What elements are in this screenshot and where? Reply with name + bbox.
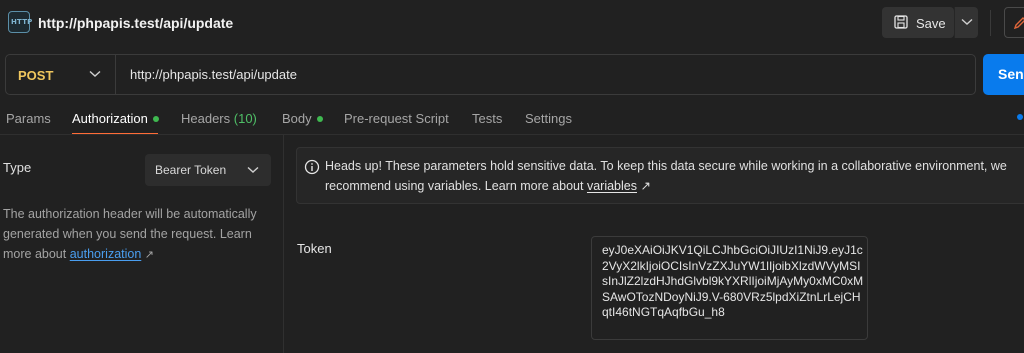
auth-description: The authorization header will be automat… [3,204,273,265]
pane-divider [283,135,284,353]
auth-type-label: Type [3,160,32,175]
url-bar: POST http://phpapis.test/api/update [5,54,976,95]
tab-settings-label: Settings [525,111,572,126]
method-label: POST [18,68,54,83]
edit-button[interactable] [1004,7,1024,38]
token-label: Token [297,241,332,256]
send-label: Send [998,66,1024,82]
tab-tests[interactable]: Tests [472,111,502,126]
notice-message: Heads up! These parameters hold sensitiv… [325,159,1007,193]
auth-type-select[interactable]: Bearer Token [145,154,271,186]
status-dot [316,116,323,122]
request-tabs: Params Authorization Headers (10) Body P… [0,104,1024,135]
variables-link[interactable]: variables [587,179,637,193]
http-icon-text: HTTP [11,18,33,26]
external-link-icon: ↗ [640,179,651,193]
external-link-icon: ↗ [144,249,154,261]
chevron-down-icon [961,18,973,25]
method-select[interactable]: POST [6,55,116,94]
tab-params-label: Params [6,111,51,126]
pencil-icon [1013,17,1024,30]
tab-settings[interactable]: Settings [525,111,572,126]
tab-headers[interactable]: Headers (10) [181,111,257,126]
save-options-button[interactable] [954,7,978,38]
tab-pre-request-script[interactable]: Pre-request Script [344,111,449,126]
auth-type-value: Bearer Token [155,163,227,177]
info-icon [304,159,320,175]
tab-headers-count: (10) [233,111,257,126]
notification-dot [1017,114,1023,120]
tab-headers-label: Headers [181,111,231,126]
url-input[interactable]: http://phpapis.test/api/update [130,67,297,82]
request-header: HTTP http://phpapis.test/api/update Save [0,0,1024,46]
authorization-link[interactable]: authorization [70,247,142,261]
send-button[interactable]: Send [983,54,1024,95]
status-dot [152,116,159,122]
save-button[interactable]: Save [882,7,954,38]
sensitive-data-notice: Heads up! These parameters hold sensitiv… [296,147,1024,204]
token-input[interactable]: eyJ0eXAiOiJKV1QiLCJhbGciOiJIUzI1NiJ9.eyJ… [591,236,868,340]
tab-authorization[interactable]: Authorization [72,111,159,126]
save-disk-icon [894,15,908,29]
tab-params[interactable]: Params [6,111,51,126]
tab-tests-label: Tests [472,111,503,126]
tab-authorization-label: Authorization [72,111,148,126]
http-request-icon: HTTP [8,11,33,33]
toolbar-divider [990,10,991,36]
auth-type-panel: Type Bearer Token The authorization head… [0,135,283,353]
save-label: Save [916,16,946,31]
chevron-down-icon [89,70,101,77]
notice-text: Heads up! These parameters hold sensitiv… [325,156,1024,196]
token-value: eyJ0eXAiOiJKV1QiLCJhbGciOiJIUzI1NiJ9.eyJ… [602,243,864,319]
tab-pre-request-script-label: Pre-request Script [344,111,449,126]
tab-body[interactable]: Body [282,111,323,126]
request-title[interactable]: http://phpapis.test/api/update [38,15,233,31]
tab-body-label: Body [282,111,312,126]
chevron-down-icon [247,166,259,173]
